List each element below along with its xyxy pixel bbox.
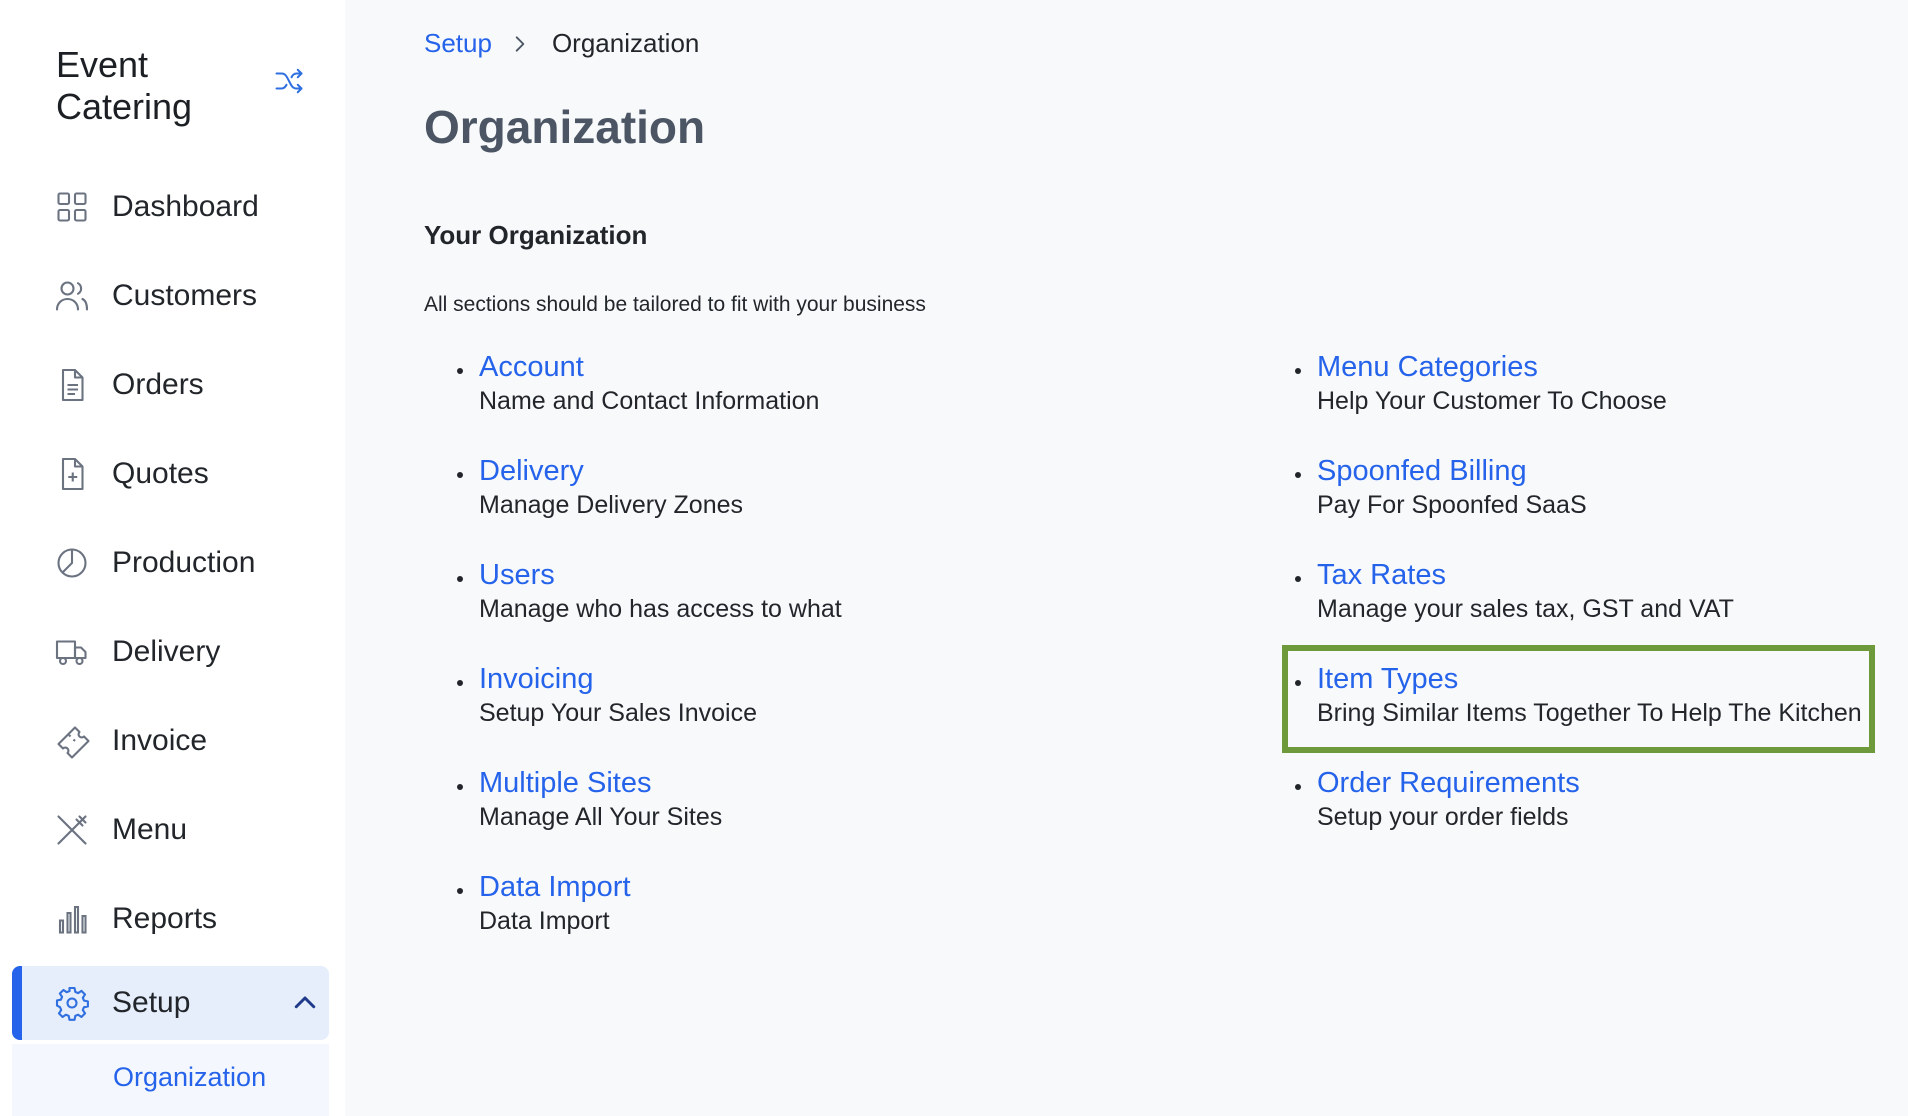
sidebar-item-orders[interactable]: Orders xyxy=(12,348,329,422)
bullet xyxy=(457,784,463,790)
truck-icon xyxy=(55,640,87,666)
bullet xyxy=(1295,576,1301,582)
tax-rates-description: Manage your sales tax, GST and VAT xyxy=(1317,595,1734,623)
bar-chart-icon xyxy=(58,905,87,934)
sidebar-item-customers[interactable]: Customers xyxy=(12,259,329,333)
bullet xyxy=(457,576,463,582)
invoicing-link[interactable]: Invoicing xyxy=(479,662,1119,696)
sidebar-item-label: Delivery xyxy=(112,635,221,668)
list-item-users: Users Manage who has access to what xyxy=(457,558,1119,624)
bullet xyxy=(457,888,463,894)
list-item-invoicing: Invoicing Setup Your Sales Invoice xyxy=(457,662,1119,728)
sidebar-item-setup[interactable]: Setup xyxy=(12,966,329,1040)
section-description: All sections should be tailored to fit w… xyxy=(424,293,926,316)
list-item-data-import: Data Import Data Import xyxy=(457,870,1119,936)
invoicing-description: Setup Your Sales Invoice xyxy=(479,699,757,727)
document-plus-icon xyxy=(61,457,84,491)
sidebar-subitem-organization[interactable]: Organization xyxy=(113,1062,266,1093)
pie-chart-icon xyxy=(57,548,87,578)
sidebar-item-invoice[interactable]: Invoice xyxy=(12,704,329,778)
sidebar-item-reports[interactable]: Reports xyxy=(12,882,329,956)
breadcrumb-setup-link[interactable]: Setup xyxy=(424,28,492,59)
ticket-icon xyxy=(57,726,90,759)
sidebar-item-production[interactable]: Production xyxy=(12,526,329,600)
bullet xyxy=(457,368,463,374)
gear-icon xyxy=(55,986,89,1021)
sidebar-item-quotes[interactable]: Quotes xyxy=(12,437,329,511)
users-link[interactable]: Users xyxy=(479,558,1119,592)
page-title: Organization xyxy=(424,101,706,153)
sidebar-item-label: Production xyxy=(112,546,256,579)
setup-submenu: Organization xyxy=(12,1044,329,1116)
sidebar-item-label: Quotes xyxy=(112,457,209,490)
breadcrumb: Setup Organization xyxy=(424,28,699,59)
account-link[interactable]: Account xyxy=(479,350,1119,384)
data-import-description: Data Import xyxy=(479,907,610,935)
highlight-box xyxy=(1282,645,1875,753)
order-requirements-link[interactable]: Order Requirements xyxy=(1317,766,1908,800)
chevron-right-icon xyxy=(515,35,525,52)
list-item-spoonfed-billing: Spoonfed Billing Pay For Spoonfed SaaS xyxy=(1295,454,1908,520)
sidebar-item-label: Menu xyxy=(112,813,188,846)
menu-categories-link[interactable]: Menu Categories xyxy=(1317,350,1908,384)
sidebar-item-menu[interactable]: Menu xyxy=(12,793,329,867)
chevron-up-icon[interactable] xyxy=(290,988,320,1018)
bullet xyxy=(1295,472,1301,478)
shuffle-icon[interactable] xyxy=(272,66,306,96)
list-item-tax-rates: Tax Rates Manage your sales tax, GST and… xyxy=(1295,558,1908,624)
sidebar: Event Catering Dashboard Customers Order… xyxy=(0,0,345,1116)
tax-rates-link[interactable]: Tax Rates xyxy=(1317,558,1908,592)
list-item-order-requirements: Order Requirements Setup your order fiel… xyxy=(1295,766,1908,832)
sidebar-item-dashboard[interactable]: Dashboard xyxy=(12,170,329,244)
bullet xyxy=(457,680,463,686)
app-window: Event Catering Dashboard Customers Order… xyxy=(0,0,1908,1116)
dashboard-icon xyxy=(57,192,87,222)
sidebar-item-label: Customers xyxy=(112,279,258,312)
brand-name: Event Catering xyxy=(56,44,193,127)
multiple-sites-description: Manage All Your Sites xyxy=(479,803,723,831)
sidebar-item-label: Dashboard xyxy=(112,190,259,223)
account-description: Name and Contact Information xyxy=(479,387,820,415)
list-item-menu-categories: Menu Categories Help Your Customer To Ch… xyxy=(1295,350,1908,416)
delivery-link[interactable]: Delivery xyxy=(479,454,1119,488)
utensils-icon xyxy=(57,815,87,845)
order-requirements-description: Setup your order fields xyxy=(1317,803,1569,831)
section-title: Your Organization xyxy=(424,220,648,250)
sidebar-item-label: Reports xyxy=(112,902,218,935)
list-item-multiple-sites: Multiple Sites Manage All Your Sites xyxy=(457,766,1119,832)
bullet xyxy=(457,472,463,478)
list-item-account: Account Name and Contact Information xyxy=(457,350,1119,416)
spoonfed-billing-link[interactable]: Spoonfed Billing xyxy=(1317,454,1908,488)
delivery-description: Manage Delivery Zones xyxy=(479,491,744,519)
users-description: Manage who has access to what xyxy=(479,595,842,623)
sidebar-item-label: Invoice xyxy=(112,724,208,757)
breadcrumb-current: Organization xyxy=(551,28,700,58)
sidebar-item-delivery[interactable]: Delivery xyxy=(12,615,329,689)
bullet xyxy=(1295,368,1301,374)
users-icon xyxy=(55,281,89,311)
list-item-delivery: Delivery Manage Delivery Zones xyxy=(457,454,1119,520)
menu-categories-description: Help Your Customer To Choose xyxy=(1317,387,1667,415)
main-content: Setup Organization Organization Your Org… xyxy=(345,0,1908,1116)
bullet xyxy=(1295,784,1301,790)
document-icon xyxy=(61,368,84,402)
sidebar-item-label: Setup xyxy=(112,986,191,1019)
data-import-link[interactable]: Data Import xyxy=(479,870,1119,904)
spoonfed-billing-description: Pay For Spoonfed SaaS xyxy=(1317,491,1587,519)
sidebar-item-label: Orders xyxy=(112,368,204,401)
multiple-sites-link[interactable]: Multiple Sites xyxy=(479,766,1119,800)
